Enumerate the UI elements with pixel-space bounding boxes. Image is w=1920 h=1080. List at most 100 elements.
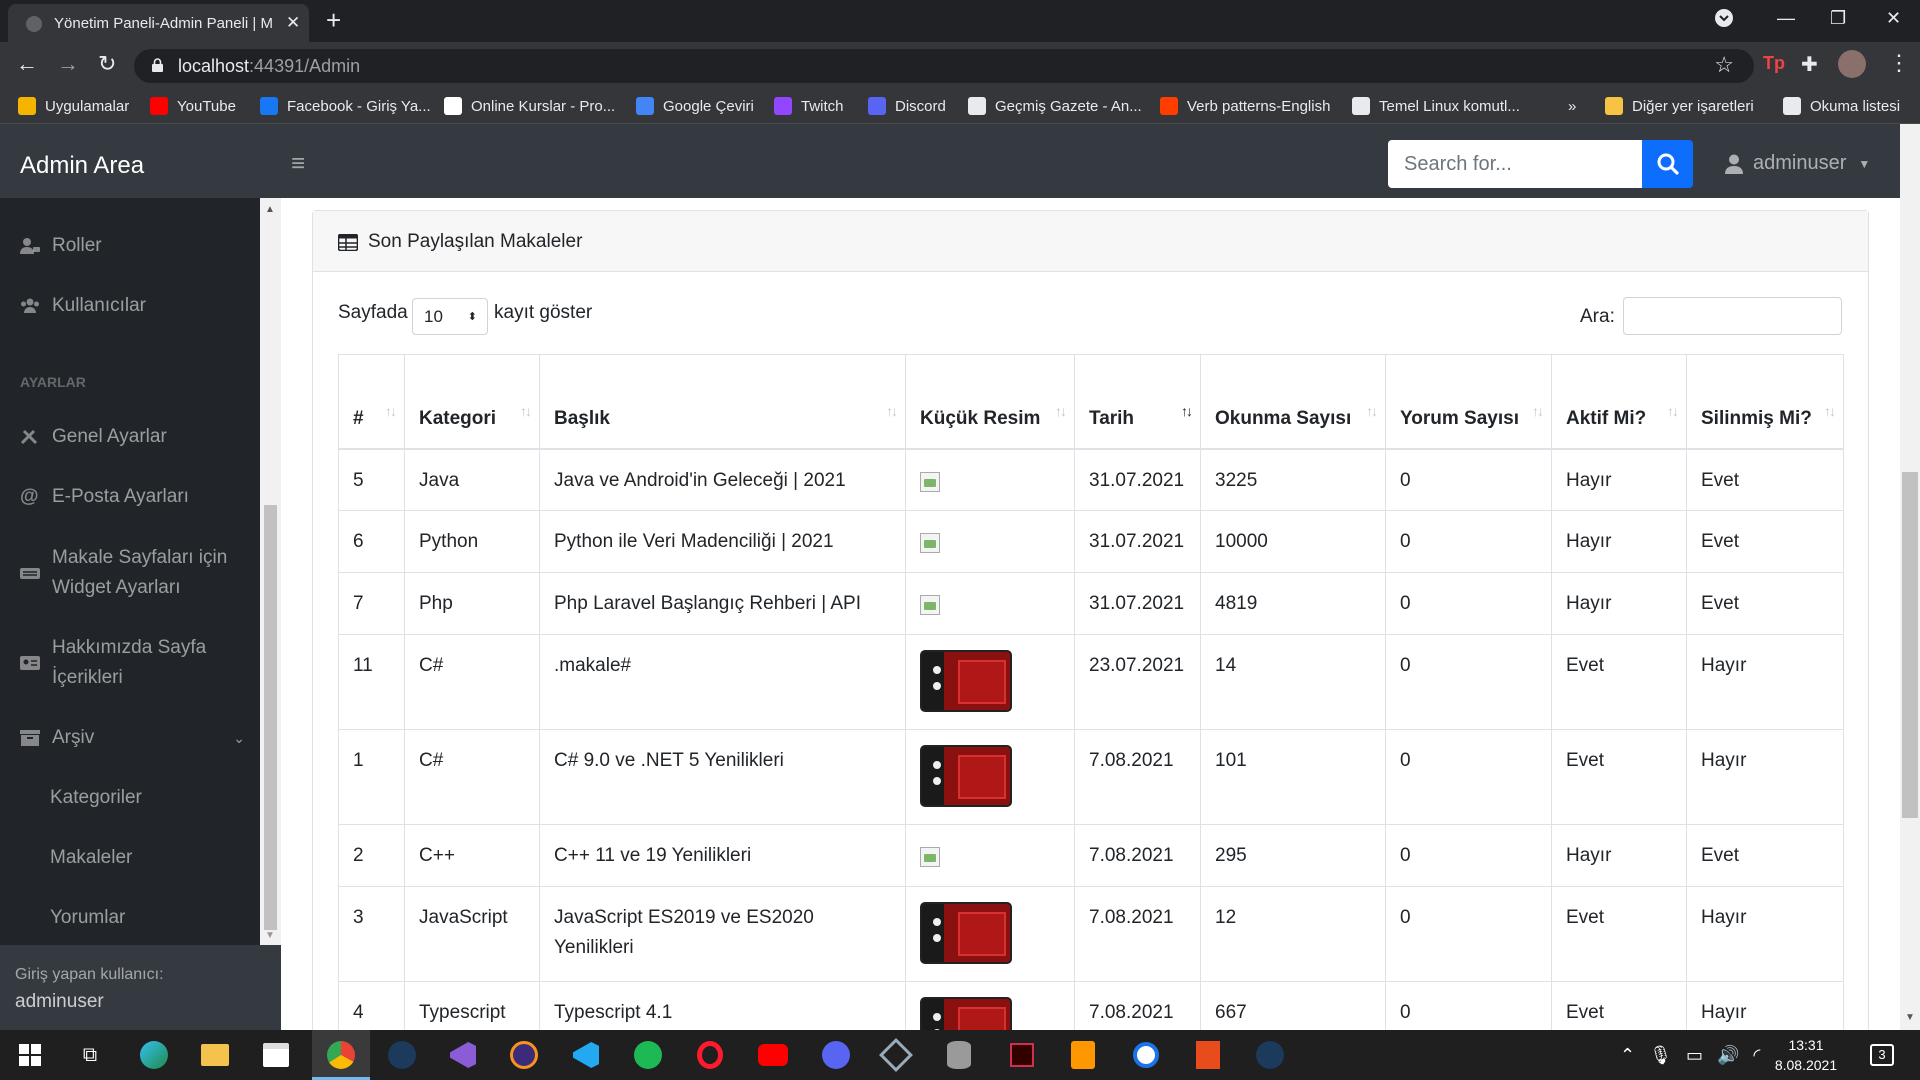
sidebar-item-kullanicilar[interactable]: Kullanıcılar (20, 291, 146, 321)
microphone-icon[interactable]: 🎙 (1649, 1045, 1672, 1066)
bookmark-star-icon[interactable]: ☆ (1714, 52, 1734, 78)
battery-icon[interactable]: ▭ (1686, 1045, 1703, 1066)
restore-icon[interactable]: ❐ (1830, 8, 1846, 29)
table-row: 2 C++ C++ 11 ve 19 Yenilikleri 7.08.2021 295… (338, 824, 1844, 887)
vscode-icon[interactable] (568, 1038, 604, 1072)
browser-tab[interactable]: Yönetim Paneli-Admin Paneli | M ✕ (8, 4, 309, 42)
search-input[interactable] (1388, 140, 1642, 188)
chrome-icon[interactable] (323, 1038, 359, 1072)
bookmark-item[interactable]: Twitch (774, 96, 844, 116)
sidebar-subitem-makaleler[interactable]: Makaleler (50, 847, 132, 869)
tray-chevron-icon[interactable]: ⌃ (1620, 1045, 1635, 1066)
sidebar-subitem-kategoriler[interactable]: Kategoriler (50, 787, 142, 809)
bookmark-label: » (1568, 97, 1577, 115)
sidebar-item-roller[interactable]: Roller (20, 231, 102, 261)
bookmark-item[interactable]: Okuma listesi (1783, 96, 1900, 116)
bookmark-item[interactable]: » (1568, 96, 1576, 116)
sidebar-item-widget-ayarlari[interactable]: Makale Sayfaları için Widget Ayarları (20, 543, 240, 603)
back-icon[interactable]: ← (16, 52, 38, 76)
bookmark-item[interactable]: Online Kurslar - Pro... (444, 96, 615, 116)
scroll-up-arrow-icon[interactable]: ▲ (265, 204, 275, 215)
col-header-aktif[interactable]: Aktif Mi? ↑↓ (1551, 354, 1687, 450)
page-scroll-down-icon[interactable]: ▼ (1905, 1012, 1915, 1023)
wifi-icon[interactable]: ◜ (1753, 1045, 1760, 1066)
profile-avatar[interactable] (1838, 50, 1866, 78)
visual-studio-icon[interactable] (445, 1038, 481, 1072)
reload-icon[interactable]: ↻ (98, 52, 116, 76)
col-header-yorum[interactable]: Yorum Sayısı ↑↓ (1385, 354, 1552, 450)
file-explorer-icon[interactable] (197, 1038, 233, 1072)
bookmark-item[interactable]: Google Çeviri (636, 96, 754, 116)
user-dropdown[interactable]: adminuser ▼ (1725, 152, 1870, 175)
bookmark-item[interactable]: Discord (868, 96, 946, 116)
youtube-icon[interactable] (755, 1038, 791, 1072)
cell-date: 23.07.2021 (1074, 634, 1201, 730)
bookmark-favicon-icon (18, 97, 36, 115)
clock-date: 8.08.2021 (1774, 1057, 1838, 1073)
notifications-icon[interactable]: 3 (1870, 1044, 1894, 1066)
col-header-okunma[interactable]: Okunma Sayısı ↑↓ (1200, 354, 1386, 450)
spotify-icon[interactable] (630, 1038, 666, 1072)
page-length-select[interactable]: 10 ⬍ (412, 298, 488, 335)
task-view-icon[interactable]: ⧉ (72, 1038, 108, 1072)
virtualbox-icon[interactable] (878, 1038, 914, 1072)
minimize-icon[interactable]: — (1777, 8, 1795, 29)
search-button[interactable] (1642, 140, 1693, 188)
eclipse-icon[interactable] (506, 1038, 542, 1072)
sidebar-toggle-icon[interactable]: ≡ (291, 152, 305, 176)
edge-icon[interactable] (136, 1038, 172, 1072)
scroll-down-arrow-icon[interactable]: ▼ (265, 930, 275, 941)
bookmark-item[interactable]: YouTube (150, 96, 236, 116)
cell-comments: 0 (1385, 729, 1552, 825)
bookmark-item[interactable]: Diğer yer işaretleri (1605, 96, 1754, 116)
cell-title: Php Laravel Başlangıç Rehberi | API (539, 572, 906, 635)
tab-close-icon[interactable]: ✕ (286, 13, 300, 33)
system-tray[interactable]: ⌃ 🎙 ▭ 🔊 ◜ (1620, 1045, 1760, 1066)
sort-icon: ↑↓ (385, 402, 397, 419)
windows-start-icon[interactable] (12, 1038, 48, 1072)
office-icon[interactable] (1190, 1038, 1226, 1072)
address-bar[interactable]: localhost:44391/Admin ☆ (134, 49, 1754, 83)
extension-tp-icon[interactable]: Tp (1763, 53, 1785, 74)
col-header-kucuk-resim[interactable]: Küçük Resim ↑↓ (905, 354, 1075, 450)
page-scrollbar-thumb[interactable] (1902, 472, 1918, 818)
browser-menu-icon[interactable]: ⋮ (1888, 50, 1910, 76)
sidebar-item-eposta-ayarlari[interactable]: @ E-Posta Ayarları (20, 482, 189, 512)
cell-title: Java ve Android'in Geleceği | 2021 (539, 448, 906, 511)
volume-icon[interactable]: 🔊 (1717, 1045, 1739, 1066)
sidebar-scrollbar-thumb[interactable] (264, 505, 277, 930)
brand-title[interactable]: Admin Area (20, 152, 144, 180)
col-header-tarih[interactable]: Tarih ↑↓ (1074, 354, 1201, 450)
col-header-id[interactable]: # ↑↓ (338, 354, 405, 450)
bookmark-item[interactable]: Facebook - Giriş Ya... (260, 96, 431, 116)
notification-count: 3 (1878, 1047, 1886, 1062)
new-tab-button[interactable]: + (326, 6, 341, 34)
sidebar-subitem-yorumlar[interactable]: Yorumlar (50, 907, 125, 929)
taskbar-clock[interactable]: 13:31 8.08.2021 (1768, 1035, 1844, 1075)
tab-search-icon[interactable] (1714, 8, 1734, 28)
bookmark-item[interactable]: Geçmiş Gazete - An... (968, 96, 1142, 116)
store-icon[interactable] (258, 1038, 294, 1072)
steam-icon-2[interactable] (1252, 1038, 1288, 1072)
opera-icon[interactable] (692, 1038, 728, 1072)
forward-icon[interactable]: → (57, 52, 79, 76)
window-close-icon[interactable]: ✕ (1886, 8, 1901, 29)
sidebar-item-arsiv[interactable]: Arşiv ⌄ (20, 723, 245, 753)
sublime-icon[interactable] (1065, 1038, 1101, 1072)
table-search-input[interactable] (1623, 297, 1842, 335)
col-header-baslik[interactable]: Başlık ↑↓ (539, 354, 906, 450)
bookmark-item[interactable]: Verb patterns-English (1160, 96, 1330, 116)
bookmark-item[interactable]: Uygulamalar (18, 96, 129, 116)
extensions-puzzle-icon[interactable]: ✚ (1801, 52, 1818, 77)
bookmark-item[interactable]: Temel Linux komutl... (1352, 96, 1520, 116)
discord-icon[interactable] (818, 1038, 854, 1072)
database-icon[interactable] (941, 1038, 977, 1072)
sidebar-item-genel-ayarlar[interactable]: Genel Ayarlar (20, 422, 167, 452)
col-header-silinmis[interactable]: Silinmiş Mi? ↑↓ (1686, 354, 1844, 450)
vysor-icon[interactable] (1004, 1038, 1040, 1072)
sidebar-item-hakkimizda[interactable]: Hakkımızda Sayfa İçerikleri (20, 633, 240, 693)
cell-active: Evet (1551, 886, 1687, 982)
app-icon[interactable] (1128, 1038, 1164, 1072)
steam-icon[interactable] (384, 1038, 420, 1072)
col-header-kategori[interactable]: Kategori ↑↓ (404, 354, 540, 450)
